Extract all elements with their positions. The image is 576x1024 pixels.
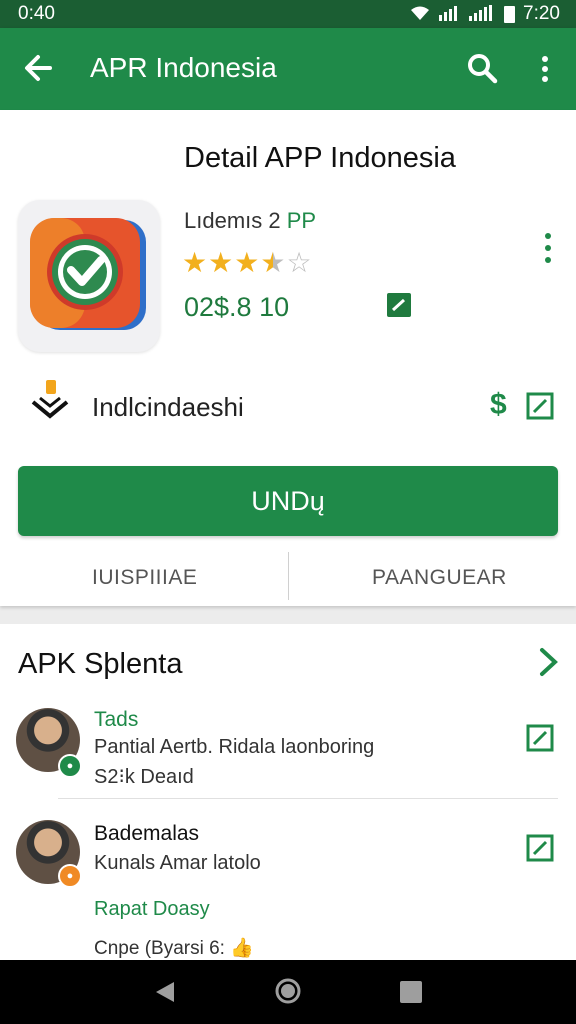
developer-logo-icon (30, 378, 70, 422)
edit-box-icon[interactable] (526, 392, 554, 420)
action-divider (288, 552, 289, 600)
star-icon: ★ (182, 247, 209, 278)
section-card: APK Sþlenta ● Tads Pantial Aertb. Ridala… (0, 624, 576, 960)
list-item-meta: S2⁝k Deaıd (94, 766, 194, 788)
developer-name[interactable]: Indlcindaeshi (92, 392, 244, 423)
edit-box-icon[interactable] (526, 834, 554, 862)
status-bar: 0:40 7:20 (0, 0, 576, 28)
more-vertical-icon[interactable] (530, 54, 560, 86)
detail-title: Detail APP Indonesia (184, 142, 456, 174)
status-icons: 7:20 (410, 3, 560, 25)
dollar-icon[interactable]: $ (490, 388, 507, 422)
right-action-button[interactable]: PAANGUEAR (372, 566, 507, 590)
rating-stars: ★★★★☆ (182, 246, 313, 279)
list-item-name: Bademalas (94, 822, 200, 845)
thumbs-up-icon[interactable]: 👍 (230, 938, 254, 959)
badge-icon: ● (58, 754, 82, 778)
status-time-right: 7:20 (523, 3, 560, 24)
list-item[interactable]: ● Bademalas Kunals Amar latolo Rapat Doa… (0, 818, 576, 960)
left-action-button[interactable]: IUISPIIIAE (92, 566, 197, 590)
signal-icon-secondary (468, 4, 496, 24)
status-time-left: 0:40 (18, 3, 55, 24)
app-name: Lıdemıs 2 PP (184, 208, 316, 234)
list-item-name: Tads (94, 708, 139, 731)
signal-icon (438, 5, 460, 24)
back-arrow-icon[interactable] (24, 50, 52, 86)
chevron-right-icon[interactable] (538, 646, 560, 678)
list-item-description: Pantial Aertb. Ridala laonboring (94, 736, 375, 758)
system-nav-bar (0, 960, 576, 1024)
battery-icon (504, 5, 516, 23)
list-item-status: Rapat Doasy (94, 898, 210, 920)
edit-box-icon[interactable] (526, 724, 554, 752)
app-detail-card: Detail APP Indonesia Lıdemıs 2 PP ★★★★☆ … (0, 110, 576, 606)
search-icon[interactable] (466, 52, 498, 84)
app-name-text: Lıdemıs 2 (184, 208, 281, 233)
install-button[interactable]: UNDų (18, 466, 558, 536)
app-name-suffix: PP (286, 208, 317, 233)
list-divider (58, 798, 558, 799)
section-title: APK Sþlenta (18, 648, 183, 680)
app-bar-title: APR Indonesia (90, 52, 277, 83)
app-bar: APR Indonesia (0, 28, 576, 110)
app-price: 02$.8 10 (184, 292, 290, 322)
star-icon: ★ (208, 247, 235, 278)
nav-home-icon[interactable] (275, 978, 301, 1009)
nav-back-icon[interactable] (154, 980, 176, 1009)
list-item-meta: Cnpe (Byarsi 6: 👍 (94, 936, 254, 960)
star-half-icon: ★ (260, 247, 287, 278)
badge-icon: ● (58, 864, 82, 888)
list-item-description: Kunals Amar latolo (94, 852, 261, 874)
list-item-meta-text: Cnpe (Byarsi 6: (94, 938, 225, 959)
star-icon: ★ (234, 247, 261, 278)
star-empty-icon: ☆ (286, 247, 313, 278)
list-item[interactable]: ● Tads Pantial Aertb. Ridala laonboring … (0, 706, 576, 806)
app-icon (18, 200, 160, 352)
sub-actions: IUISPIIIAE PAANGUEAR (0, 552, 576, 602)
check-box-icon[interactable] (386, 292, 412, 318)
nav-recents-icon[interactable] (400, 981, 422, 1003)
more-vertical-icon[interactable] (540, 232, 556, 266)
wifi-icon (410, 5, 430, 24)
